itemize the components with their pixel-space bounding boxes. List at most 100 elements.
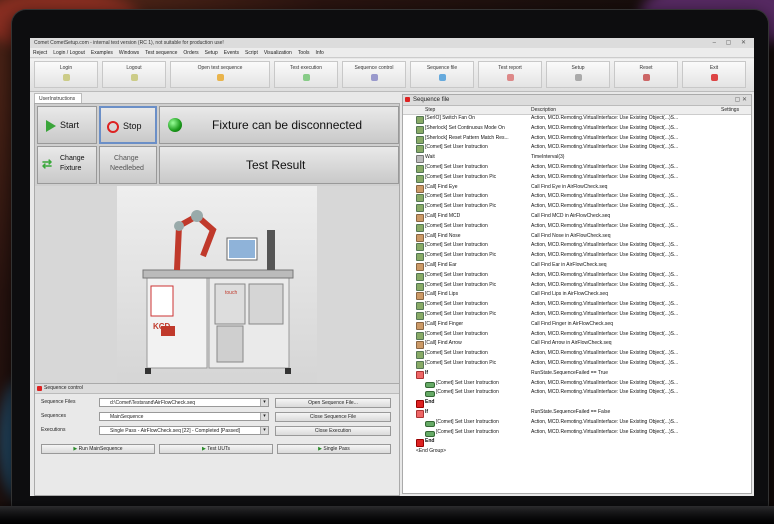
sequence-control-select[interactable]: Single Pass - AirFlowCheck.seq [22] - Co… — [99, 426, 269, 435]
chevron-down-icon[interactable]: ▾ — [260, 399, 268, 406]
stop-icon — [107, 121, 119, 133]
toolbar-button[interactable]: Reset — [614, 61, 678, 88]
step-call-icon — [416, 213, 424, 222]
sequence-step-row[interactable]: If RunState.SequenceFailed == False — [403, 408, 751, 418]
sequence-step-row[interactable]: [Call] Find Ear Call Find Ear in AirFlowC… — [403, 261, 751, 271]
sequence-step-row[interactable]: [Call] Find Lips Call Find Lips in AirFlo… — [403, 290, 751, 301]
run-button[interactable]: ▶ Single Pass — [277, 444, 391, 454]
step-name: If — [425, 408, 429, 415]
sequence-step-row[interactable]: If RunState.SequenceFailed == True — [403, 369, 751, 379]
step-name: [Call] Find Arrow — [425, 340, 462, 347]
select-value: MainSequence — [110, 414, 144, 420]
menu-item[interactable]: Info — [316, 50, 324, 56]
sequence-control-select[interactable]: MainSequence ▾ — [99, 412, 269, 421]
toolbar-button-label: Test report — [498, 65, 522, 71]
sequence-step-row[interactable]: [Comet] Set User Instruction Action, MCD.… — [403, 388, 751, 398]
toolbar-button[interactable]: Logout — [102, 61, 166, 88]
toolbar-button[interactable]: Exit — [682, 61, 746, 88]
window-controls[interactable]: – ▢ ✕ — [713, 38, 750, 48]
toolbar-button[interactable]: Setup — [546, 61, 610, 88]
sequence-step-row[interactable]: [Call] Find Finger Call Find Finger in Ai… — [403, 320, 751, 330]
menu-item[interactable]: Test sequence — [145, 50, 177, 56]
toolbar-button[interactable]: Sequence control — [342, 61, 406, 88]
step-action-icon — [416, 174, 424, 183]
sequence-step-row[interactable]: [Call] Find MCD Call Find MCD in AirFlowC… — [403, 212, 751, 222]
sequence-control-select[interactable]: d:\Comet\Testsrand\AirFlowCheck.seq ▾ — [99, 398, 269, 407]
menu-item[interactable]: Windows — [119, 50, 139, 56]
step-description: Action, MCD.Remoting.VirtualInterface: U… — [531, 134, 679, 141]
sequence-step-row[interactable]: [Comet] Set User Instruction Action, MCD.… — [403, 271, 751, 281]
sequence-step-row[interactable]: [Call] Find Arrow Call Find Arrow in AirF… — [403, 339, 751, 350]
sequence-step-row[interactable]: End — [403, 437, 751, 448]
sequence-step-row[interactable]: [SerIO] Switch Fan On Action, MCD.Remotin… — [403, 114, 751, 124]
sequence-step-row[interactable]: <End Group> — [403, 447, 751, 457]
sequence-step-row[interactable]: [Call] Find Nose Call Find Nose in AirFlo… — [403, 232, 751, 242]
sequence-step-row[interactable]: [Comet] Set User Instruction Pic Action, … — [403, 359, 751, 369]
sequence-step-row[interactable]: [Comet] Set User Instruction Pic Action, … — [403, 310, 751, 320]
sequence-step-row[interactable]: [Comet] Set User Instruction Action, MCD.… — [403, 428, 751, 438]
sequence-control-button[interactable]: Close Execution — [275, 426, 391, 436]
toolbar-button[interactable]: Open test sequence — [170, 61, 270, 88]
run-button[interactable]: ▶ Test UUTs — [159, 444, 273, 454]
sequence-step-row[interactable]: [Comet] Set User Instruction Action, MCD.… — [403, 418, 751, 428]
step-description: Action, MCD.Remoting.VirtualInterface: U… — [531, 271, 679, 278]
sequence-step-row[interactable]: [Call] Find Eye Call Find Eye in AirFlowC… — [403, 183, 751, 193]
sequence-step-row[interactable]: Wait TimeInterval(3) — [403, 153, 751, 164]
test-result-text: Test Result — [246, 158, 306, 172]
sequence-step-row[interactable]: [Comet] Set User Instruction Action, MCD.… — [403, 143, 751, 154]
step-description: Action, MCD.Remoting.VirtualInterface: U… — [531, 242, 679, 249]
chevron-down-icon[interactable]: ▾ — [260, 413, 268, 420]
change-needlebed-button[interactable]: Change Needlebed — [99, 146, 157, 184]
sequence-control-button[interactable]: Close Sequence File — [275, 412, 391, 422]
menu-item[interactable]: Setup — [205, 50, 218, 56]
step-description: Action, MCD.Remoting.VirtualInterface: U… — [531, 173, 679, 180]
sequence-control-panel: Sequence control Sequence Files d:\Comet\… — [34, 383, 400, 496]
sequence-step-row[interactable]: [Comet] Set User Instruction Action, MCD.… — [403, 241, 751, 252]
menu-item[interactable]: Visualization — [264, 50, 292, 56]
menu-item[interactable]: Orders — [183, 50, 198, 56]
sequence-step-row[interactable]: [Sherlock] Set Continuous Mode On Action,… — [403, 124, 751, 134]
column-header-description[interactable]: Description — [531, 106, 556, 114]
stop-button[interactable]: Stop — [99, 106, 157, 144]
column-header-step[interactable]: Step — [425, 106, 435, 114]
toolbar-button-label: Setup — [571, 65, 585, 71]
sequence-step-row[interactable]: [Comet] Set User Instruction Action, MCD.… — [403, 192, 751, 203]
toolbar-button[interactable]: Test report — [478, 61, 542, 88]
sequence-step-row[interactable]: [Comet] Set User Instruction Pic Action, … — [403, 281, 751, 291]
sequence-step-row[interactable]: [Comet] Set User Instruction Action, MCD.… — [403, 379, 751, 389]
step-action-icon — [416, 204, 424, 213]
start-button[interactable]: Start — [37, 106, 97, 144]
start-label: Start — [60, 120, 80, 130]
menu-item[interactable]: Events — [224, 50, 239, 56]
sequence-control-button[interactable]: Open Sequence File... — [275, 398, 391, 408]
menu-item[interactable]: Examples — [91, 50, 113, 56]
sequence-step-row[interactable]: [Comet] Set User Instruction Pic Action, … — [403, 202, 751, 213]
sequence-step-row[interactable]: [Comet] Set User Instruction Action, MCD.… — [403, 330, 751, 340]
tab-user-instructions[interactable]: UserInstructions — [34, 93, 82, 103]
sequence-step-row[interactable]: [Comet] Set User Instruction Action, MCD.… — [403, 163, 751, 173]
step-description: Call Find Finger in AirFlowCheck.seq — [531, 320, 613, 327]
keyboard-shadow — [0, 500, 774, 524]
window-title: Comet CometSetup.com - internal test ver… — [34, 40, 224, 46]
toolbar-button[interactable]: Sequence file — [410, 61, 474, 88]
step-action-icon — [416, 194, 424, 203]
toolbar-button[interactable]: Test execution — [274, 61, 338, 88]
panel-controls[interactable]: ▢ ✕ — [735, 95, 747, 105]
sequence-step-row[interactable]: [Comet] Set User Instruction Action, MCD.… — [403, 300, 751, 311]
change-fixture-button[interactable]: ⇄ Change Fixture — [37, 146, 97, 184]
sequence-step-row[interactable]: [Comet] Set User Instruction Action, MCD.… — [403, 349, 751, 360]
menu-item[interactable]: Script — [245, 50, 258, 56]
menu-item[interactable]: Tools — [298, 50, 310, 56]
sequence-step-row[interactable]: [Sherlock] Reset Pattern Match Res... Act… — [403, 134, 751, 144]
chevron-down-icon[interactable]: ▾ — [260, 427, 268, 434]
sequence-step-row[interactable]: [Comet] Set User Instruction Pic Action, … — [403, 173, 751, 183]
menu-item[interactable]: Reject — [33, 50, 47, 56]
menu-item[interactable]: Login / Logout — [53, 50, 85, 56]
step-name: [Comet] Set User Instruction — [425, 271, 488, 278]
toolbar-button[interactable]: Login — [34, 61, 98, 88]
run-button[interactable]: ▶ Run MainSequence — [41, 444, 155, 454]
sequence-step-row[interactable]: [Comet] Set User Instruction Pic Action, … — [403, 251, 751, 262]
column-header-settings[interactable]: Settings — [721, 106, 739, 114]
sequence-step-row[interactable]: End — [403, 398, 751, 409]
sequence-step-row[interactable]: [Comet] Set User Instruction Action, MCD.… — [403, 222, 751, 232]
